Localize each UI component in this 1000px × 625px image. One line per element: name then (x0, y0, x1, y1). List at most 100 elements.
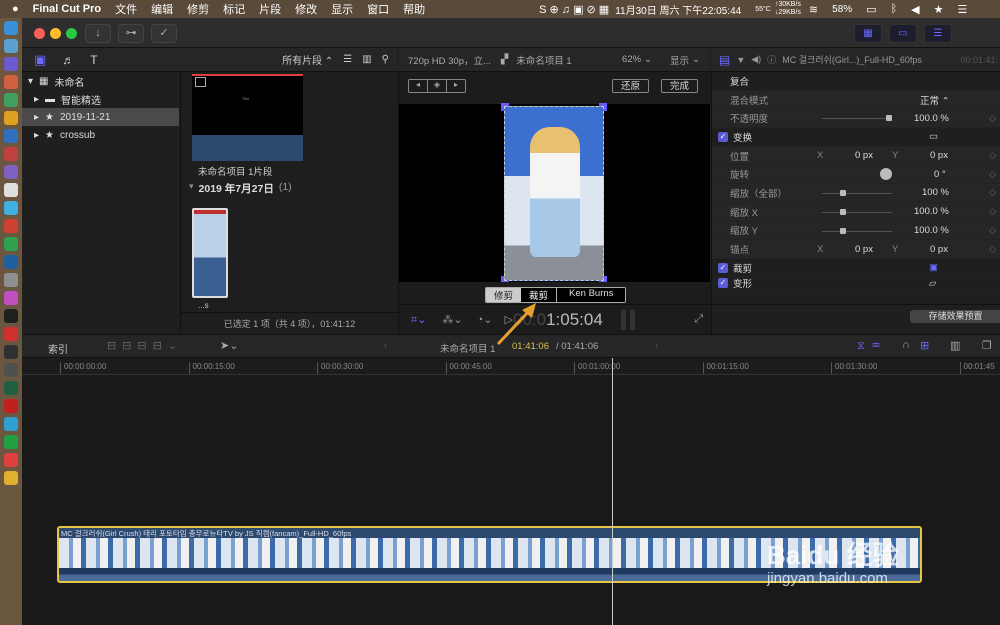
clock[interactable]: 11月30日 周六 下午22:05:44 (615, 2, 741, 17)
menu-view[interactable]: 显示 (331, 1, 353, 17)
app-icon[interactable] (4, 237, 18, 251)
scale-x-slider[interactable] (822, 212, 892, 213)
disclosure-icon[interactable]: ▾ (28, 76, 33, 87)
crop-onscreen-icon[interactable]: ▣ (929, 262, 938, 273)
search-icon[interactable]: ⚲ (382, 54, 389, 65)
crop-tool-icon[interactable]: ⌗⌄ (411, 313, 426, 327)
menu-edit[interactable]: 编辑 (151, 1, 173, 17)
crop-handle[interactable] (599, 103, 607, 111)
app-icon[interactable] (4, 417, 18, 431)
param-value[interactable]: 100.0 % (914, 225, 949, 236)
app-icon[interactable] (4, 273, 18, 287)
clip-thumbnail[interactable] (192, 208, 228, 298)
zoom-menu[interactable]: 62% (622, 54, 641, 65)
menu-file[interactable]: 文件 (115, 1, 137, 17)
browser-toggle-button[interactable]: ▦ (854, 24, 882, 43)
bluetooth-icon[interactable]: ᛒ (891, 3, 898, 15)
scale-slider[interactable] (822, 193, 892, 194)
app-icon[interactable] (4, 129, 18, 143)
menu-modify[interactable]: 修改 (295, 1, 317, 17)
app-icon[interactable] (4, 363, 18, 377)
select-tool-icon[interactable]: ➤⌄ (220, 339, 238, 352)
checkbox[interactable]: ✓ (718, 263, 728, 273)
zoom-button[interactable] (66, 28, 77, 39)
menu-app[interactable]: Final Cut Pro (33, 3, 101, 15)
app-icon[interactable] (4, 399, 18, 413)
import-button[interactable]: ↓ (85, 24, 111, 43)
finder-icon[interactable] (4, 21, 18, 35)
index-button[interactable]: 索引 (48, 341, 68, 356)
app-icon[interactable] (4, 93, 18, 107)
status-icons[interactable]: S ⊕ ♫ ▣ ⊘ ▦ (539, 3, 609, 16)
reset-button[interactable]: 还原 (612, 79, 649, 93)
param-value[interactable]: 100.0 % (914, 206, 949, 217)
scale-y-slider[interactable] (822, 231, 892, 232)
menu-clip[interactable]: 片段 (259, 1, 281, 17)
param-value[interactable]: 0 px (855, 244, 873, 255)
app-icon[interactable] (4, 111, 18, 125)
timeline[interactable]: MC 걸크러쉬(Girl Crush) 태리 포토타임 충무로뉴타TV by J… (22, 375, 1000, 625)
clip-filter[interactable]: 所有片段 ⌃ (282, 52, 333, 67)
background-tasks-button[interactable]: ✓ (151, 24, 177, 43)
disclosure-icon[interactable]: ▸ (34, 130, 39, 141)
edit-buttons[interactable]: ⊟⊟⊟⊟⌄ (107, 339, 183, 352)
param-value[interactable]: 0 ° (934, 169, 946, 180)
library-item[interactable]: ▸★2019-11-21 (22, 108, 179, 126)
app-icon[interactable] (4, 381, 18, 395)
inspector-toggle-button[interactable]: ☰ (924, 24, 952, 43)
param-value[interactable]: 0 px (930, 244, 948, 255)
prev-keyframe-icon[interactable]: ◂ (409, 80, 427, 92)
app-icon[interactable] (4, 165, 18, 179)
distort-onscreen-icon[interactable]: ▱ (929, 278, 936, 289)
keyframe-icon[interactable]: ◇ (989, 113, 996, 124)
disclosure-icon[interactable]: ▾ (189, 181, 194, 196)
photos-audio-icon[interactable]: ♬ (62, 53, 74, 67)
app-icon[interactable] (4, 345, 18, 359)
filmstrip-icon[interactable]: ▥ (362, 54, 371, 65)
libraries-icon[interactable]: ▣ (34, 52, 46, 68)
disclosure-icon[interactable]: ▸ (34, 112, 39, 123)
app-icon[interactable] (4, 453, 18, 467)
crop-handle[interactable] (501, 103, 509, 111)
app-icon[interactable] (4, 201, 18, 215)
app-icon[interactable] (4, 471, 18, 485)
wifi-icon[interactable]: ≋ (809, 3, 818, 16)
slider-knob[interactable] (886, 115, 892, 121)
library-item[interactable]: ▸▬智能精选 (22, 90, 179, 108)
app-icon[interactable] (4, 309, 18, 323)
keyframe-icon[interactable]: ◇ (989, 244, 996, 255)
project-thumbnail[interactable]: Title (192, 74, 303, 161)
list-icon[interactable]: ☰ (958, 3, 968, 16)
timeline-toggle-button[interactable]: ▭ (889, 24, 917, 43)
volume-icon[interactable]: ◀ (911, 3, 919, 16)
opacity-slider[interactable] (822, 118, 892, 119)
date-group[interactable]: ▾ 2019 年7月27日 (1) (189, 181, 292, 196)
playhead[interactable] (612, 358, 613, 625)
fullscreen-icon[interactable]: ⤢ (694, 313, 703, 326)
display-menu[interactable]: 显示 (670, 53, 689, 67)
skimming-icons[interactable]: ⧖♒ (857, 339, 887, 353)
keyframe-icon[interactable]: ◇ (989, 187, 996, 198)
enhance-icon[interactable]: ⁂⌄ (442, 313, 462, 326)
clip-appearance-icon[interactable]: ☰ (343, 54, 352, 65)
keyframe-icon[interactable]: ◇ (989, 225, 996, 236)
keyframe-icon[interactable]: ◇ (989, 169, 996, 180)
done-button[interactable]: 完成 (661, 79, 698, 93)
slider-knob[interactable] (840, 209, 846, 215)
param-value[interactable]: 100.0 % (914, 113, 949, 124)
format-label[interactable]: 720p HD 30p，立... (408, 53, 491, 67)
color-inspector-icon[interactable]: ▼ (736, 55, 745, 65)
mode-ken-burns[interactable]: Ken Burns (557, 288, 625, 302)
forward-icon[interactable]: › (655, 340, 658, 351)
menu-window[interactable]: 窗口 (367, 1, 389, 17)
rotation-dial[interactable] (880, 168, 892, 180)
app-icon[interactable] (4, 435, 18, 449)
slider-knob[interactable] (840, 190, 846, 196)
keywords-button[interactable]: ⊶ (118, 24, 144, 43)
retime-icon[interactable]: ◔⌄ (477, 313, 493, 326)
timeline-ruler[interactable]: 00:00:00:0000:00:15:0000:00:30:0000:00:4… (22, 358, 1000, 375)
clip-appearance-icon[interactable]: ▥ (950, 339, 960, 352)
app-icon[interactable] (4, 75, 18, 89)
keyframe-icon[interactable]: ◇ (989, 150, 996, 161)
app-icon[interactable] (4, 219, 18, 233)
